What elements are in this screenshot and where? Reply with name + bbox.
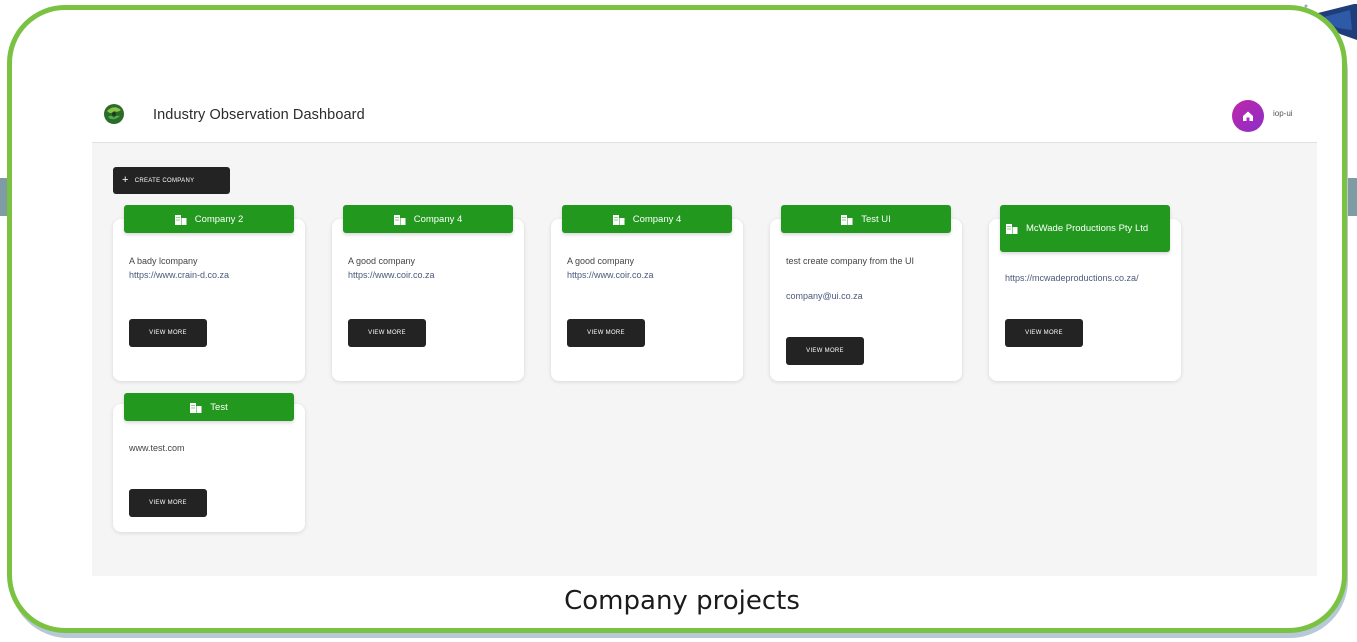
building-icon (1006, 224, 1018, 234)
create-company-label: CREATE COMPANY (134, 177, 195, 184)
company-description: A good company (567, 256, 635, 266)
company-name: Test UI (861, 213, 891, 225)
app-bar: Industry Observation Dashboard iop-ui (92, 90, 1317, 143)
create-company-button[interactable]: + CREATE COMPANY (113, 167, 230, 194)
company-description: A bady lcompany (129, 256, 198, 266)
user-avatar[interactable] (1232, 100, 1264, 132)
company-website-link[interactable]: https://www.coir.co.za (567, 268, 654, 282)
company-website-link[interactable]: https://mcwadeproductions.co.za/ (1005, 271, 1139, 285)
company-card: McWade Productions Pty Ltd https://mcwad… (989, 205, 1181, 381)
company-name: McWade Productions Pty Ltd (1026, 222, 1149, 234)
company-card: Company 4 A good company https://www.coi… (551, 205, 743, 381)
building-icon (841, 214, 853, 225)
app-title: Industry Observation Dashboard (153, 107, 365, 123)
plus-icon: + (122, 174, 129, 186)
company-card-header: McWade Productions Pty Ltd (1000, 205, 1170, 252)
view-more-button[interactable]: VIEW MORE (786, 337, 864, 365)
company-card-header: Company 4 (562, 205, 732, 233)
view-more-button[interactable]: VIEW MORE (1005, 319, 1083, 347)
presentation-frame: Industry Observation Dashboard iop-ui + … (7, 5, 1347, 633)
user-house-icon (1243, 111, 1253, 121)
company-website-link[interactable]: company@ui.co.za (786, 289, 863, 303)
view-more-button[interactable]: VIEW MORE (129, 319, 207, 347)
building-icon (612, 214, 625, 225)
company-name: Company 4 (632, 213, 682, 225)
company-card: Company 4 A good company https://www.coi… (332, 205, 524, 381)
company-website-link[interactable]: https://www.coir.co.za (348, 268, 435, 282)
app-logo-icon (104, 104, 124, 124)
building-icon (174, 214, 187, 225)
username[interactable]: iop-ui (1273, 109, 1293, 118)
building-icon (190, 402, 202, 413)
company-website-link[interactable]: https://www.crain-d.co.za (129, 268, 229, 282)
company-name: Test (210, 401, 228, 413)
company-card-header: Test (124, 393, 294, 421)
company-card: Company 2 A bady lcompany https://www.cr… (113, 205, 305, 381)
slide: Industry Observation Dashboard iop-ui + … (0, 0, 1357, 642)
view-more-button[interactable]: VIEW MORE (567, 319, 645, 347)
company-card-header: Test UI (781, 205, 951, 233)
app-screenshot: Industry Observation Dashboard iop-ui + … (92, 90, 1317, 576)
view-more-button[interactable]: VIEW MORE (348, 319, 426, 347)
company-description: A good company (348, 256, 416, 266)
company-card: Test www.test.com VIEW MORE (113, 393, 305, 532)
company-name: Company 2 (194, 213, 244, 225)
slide-caption: Company projects (564, 586, 800, 616)
company-card-header: Company 4 (343, 205, 513, 233)
view-more-button[interactable]: VIEW MORE (129, 489, 207, 517)
company-description: test create company from the UI (786, 256, 915, 266)
company-website-link[interactable]: www.test.com (129, 441, 185, 455)
building-icon (393, 214, 406, 225)
company-card: Test UI test create company from the UI … (770, 205, 962, 381)
company-name: Company 4 (413, 213, 463, 225)
company-card-header: Company 2 (124, 205, 294, 233)
